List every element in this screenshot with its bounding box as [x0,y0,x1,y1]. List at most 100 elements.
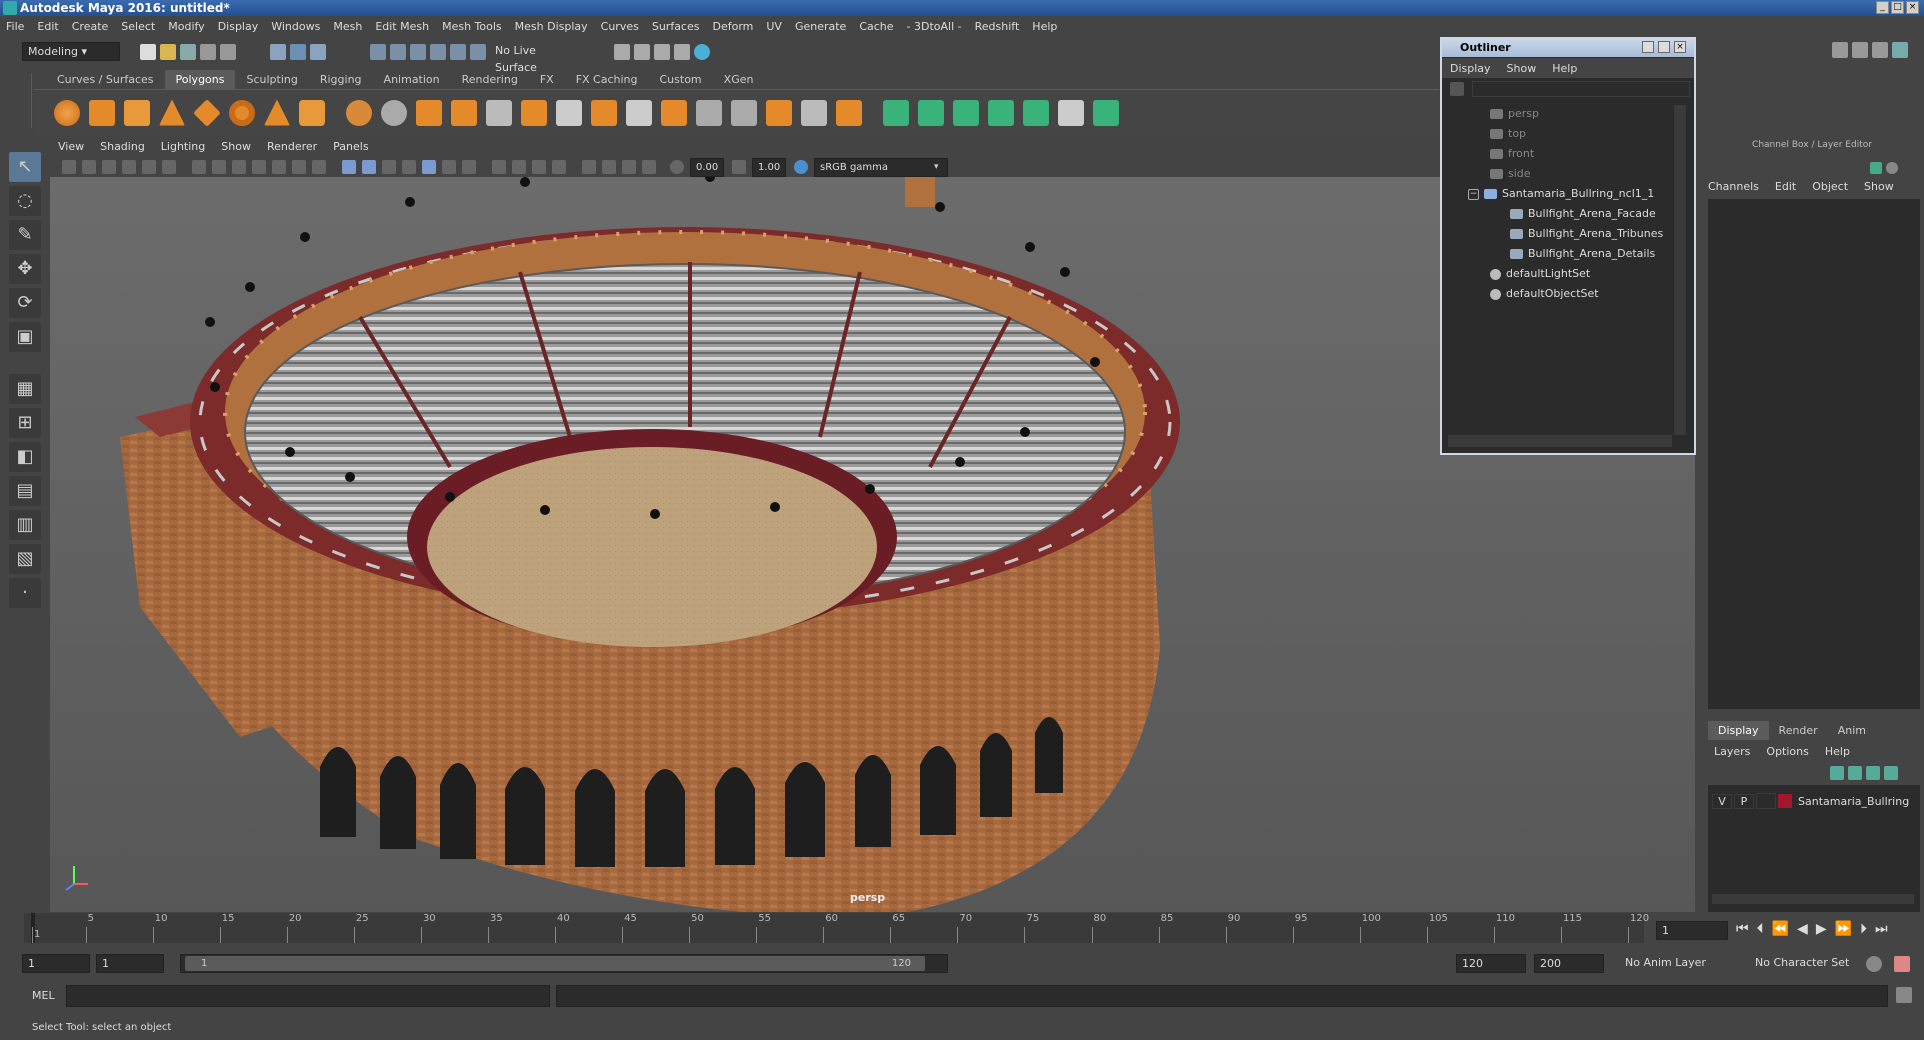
outliner-item-facade[interactable]: Bullfight_Arena_Facade [1510,205,1656,223]
hypershade-layout-icon[interactable]: ▥ [9,510,41,540]
outliner-search-input[interactable] [1472,81,1690,97]
field-chart-icon[interactable] [272,160,286,174]
snap-view-icon[interactable] [430,43,446,60]
tool-settings-icon[interactable] [1872,42,1888,58]
outliner-filter-icon[interactable] [1450,82,1464,96]
poly-cylinder-icon[interactable] [124,99,150,126]
render-settings-icon[interactable] [674,43,690,60]
channel-box-settings-icon[interactable] [1886,162,1898,174]
shelf-tab-sculpting[interactable]: Sculpting [235,70,308,89]
layer-display-type-toggle[interactable] [1756,793,1776,809]
layer-tab-display[interactable]: Display [1708,721,1769,740]
outliner-item-default-object-set[interactable]: defaultObjectSet [1490,285,1599,303]
menu-select[interactable]: Select [121,20,155,33]
maximize-icon[interactable]: □ [1891,1,1904,14]
menu-windows[interactable]: Windows [271,20,320,33]
persp-outliner-layout-icon[interactable]: ◧ [9,442,41,472]
outliner-item-front[interactable]: front [1490,145,1534,163]
menu-cache[interactable]: Cache [859,20,893,33]
persp-graph-layout-icon[interactable]: ▤ [9,476,41,506]
menu-mesh[interactable]: Mesh [333,20,362,33]
outliner-item-tribunes[interactable]: Bullfight_Arena_Tribunes [1510,225,1663,243]
collapse-icon[interactable]: − [1468,188,1479,200]
animation-end-field[interactable]: 200 [1534,954,1604,973]
move-layer-up-icon[interactable] [1830,766,1844,780]
outliner-item-persp[interactable]: persp [1490,105,1539,123]
outliner-item-details[interactable]: Bullfight_Arena_Details [1510,245,1655,263]
paint-select-icon[interactable]: ✎ [9,220,41,250]
safe-title-icon[interactable] [312,160,326,174]
select-object-icon[interactable] [290,43,306,60]
shadows-icon[interactable] [462,160,476,174]
menu-help[interactable]: Help [1032,20,1057,33]
uv-unfold-icon[interactable] [1023,99,1049,126]
render-view-icon[interactable] [614,43,630,60]
menu-create[interactable]: Create [72,20,109,33]
panel-menu-renderer[interactable]: Renderer [267,138,317,156]
move-tool-icon[interactable]: ✥ [9,254,41,284]
bookmark-icon[interactable] [102,160,116,174]
default-material-icon[interactable] [382,160,396,174]
scale-tool-icon[interactable]: ▣ [9,322,41,352]
isolate-select-icon[interactable] [582,160,596,174]
use-all-lights-icon[interactable] [442,160,456,174]
layer-list-scrollbar[interactable] [1712,894,1914,904]
channel-box-menu-channels[interactable]: Channels [1708,180,1759,193]
outliner-item-default-light-set[interactable]: defaultLightSet [1490,265,1590,283]
menu-mesh-display[interactable]: Mesh Display [515,20,588,33]
wireframe-icon[interactable] [342,160,356,174]
select-tool-icon[interactable]: ↖ [9,152,41,182]
view-transform-chevron-icon[interactable]: ▾ [934,162,939,172]
menu-uv[interactable]: UV [766,20,782,33]
make-live-icon[interactable] [470,43,486,60]
move-layer-down-icon[interactable] [1848,766,1862,780]
menu-file[interactable]: File [6,20,24,33]
outliner-vertical-scrollbar[interactable] [1674,105,1686,435]
menu-redshift[interactable]: Redshift [975,20,1020,33]
anim-layer-dropdown[interactable]: No Anim Layer [1620,954,1740,973]
smooth-shade-icon[interactable] [362,160,376,174]
select-camera-icon[interactable] [62,160,76,174]
textured-icon[interactable] [422,160,436,174]
step-back-key-icon[interactable]: ⏪ [1772,921,1789,937]
play-forwards-icon[interactable]: ▶ [1816,921,1827,937]
outliner-item-santamaria-bullring[interactable]: − Santamaria_Bullring_ncl1_1 [1468,185,1654,203]
live-surface-field[interactable]: No Live Surface [490,42,578,74]
time-slider-track[interactable]: 1 5 10 15 20 25 30 35 40 45 50 55 60 65 70 75 80 85 90 95 10… [24,913,1649,943]
poly-cube-icon[interactable] [89,99,115,126]
outliner-horizontal-scrollbar[interactable] [1448,435,1672,447]
save-scene-icon[interactable] [180,43,196,60]
shelf-options-icon[interactable] [22,74,32,128]
append-to-polygon-icon[interactable] [766,99,792,126]
outliner-menu-help[interactable]: Help [1552,62,1577,75]
exposure-field[interactable]: 0.00 [690,157,724,177]
select-component-icon[interactable] [310,43,326,60]
playback-end-field[interactable]: 120 [1456,954,1526,973]
poly-torus-icon[interactable] [229,99,255,126]
select-hierarchy-icon[interactable] [270,43,286,60]
2d-pan-zoom-icon[interactable] [142,160,156,174]
channel-box-menu-edit[interactable]: Edit [1775,180,1796,193]
panel-menu-view[interactable]: View [58,138,84,156]
channel-box-toggle-icon[interactable] [1892,42,1908,58]
ipr-render-icon[interactable] [654,43,670,60]
animation-start-field[interactable]: 1 [22,954,90,973]
uv-planar-icon[interactable] [883,99,909,126]
command-language-label[interactable]: MEL [32,989,55,1002]
layer-row-santamaria-bullring[interactable]: V P Santamaria_Bullring [1712,791,1916,811]
anti-aliasing-icon[interactable] [532,160,546,174]
close-icon[interactable]: × [1906,1,1919,14]
channel-box-menu-show[interactable]: Show [1864,180,1894,193]
render-frame-icon[interactable] [634,43,650,60]
attribute-editor-icon[interactable] [1852,42,1868,58]
shelf-tab-animation[interactable]: Animation [373,70,451,89]
smooth-icon[interactable] [451,99,477,126]
hypershade-icon[interactable] [694,43,710,60]
poly-plane-icon[interactable] [193,98,221,127]
step-back-frame-icon[interactable]: ⏴ [1757,921,1764,937]
step-forward-frame-icon[interactable]: ⏵ [1860,921,1867,937]
outliner-maximize-icon[interactable] [1658,41,1670,53]
gamma-field[interactable]: 1.00 [752,157,786,177]
extrude-icon[interactable] [591,99,617,126]
auto-key-icon[interactable] [1866,956,1882,972]
